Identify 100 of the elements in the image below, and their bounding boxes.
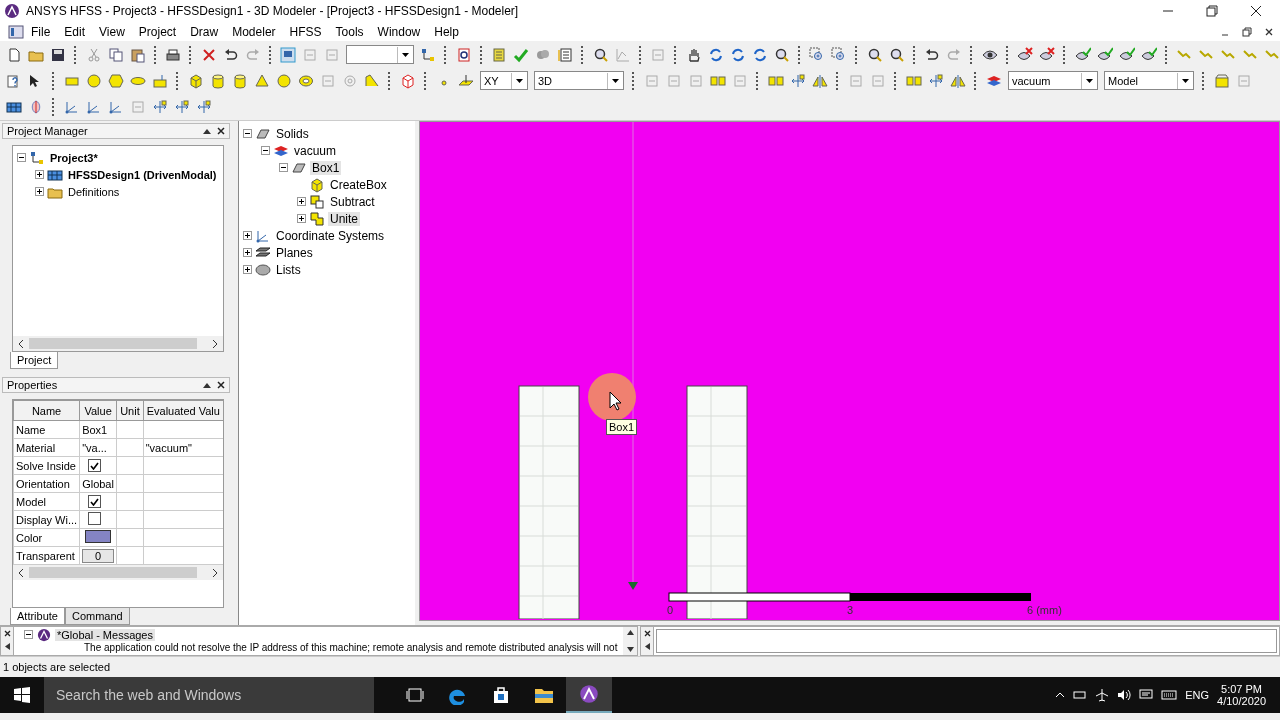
show-icon[interactable] <box>1096 46 1113 63</box>
menu-item[interactable]: Help <box>427 24 466 39</box>
app-icon[interactable] <box>579 684 599 704</box>
save-icon[interactable] <box>50 46 66 63</box>
bondwire-icon[interactable] <box>364 72 380 89</box>
mirror-icon[interactable] <box>950 72 966 89</box>
checkbox[interactable] <box>88 459 102 472</box>
tree-item[interactable]: Planes <box>274 245 315 260</box>
document-icon[interactable] <box>557 46 573 63</box>
scroll-left-icon[interactable] <box>17 338 25 349</box>
value-button[interactable]: 0 <box>82 548 115 563</box>
mirror-icon[interactable] <box>812 72 828 89</box>
show-icon[interactable] <box>1140 46 1157 63</box>
undo-icon[interactable] <box>924 46 940 63</box>
pin-icon[interactable] <box>203 128 211 134</box>
shopping-bag-icon[interactable] <box>492 686 510 704</box>
magnifier-icon[interactable] <box>773 46 790 63</box>
tree-item[interactable]: Box1 <box>310 160 342 175</box>
scroll-left-icon[interactable] <box>17 567 25 578</box>
select-icon[interactable] <box>280 46 296 63</box>
horizontal-scrollbar[interactable] <box>13 336 223 351</box>
copy-icon[interactable] <box>107 46 124 63</box>
close-icon[interactable] <box>3 630 11 637</box>
battery-icon[interactable] <box>1073 690 1088 700</box>
windows-logo-icon[interactable] <box>14 687 30 703</box>
move-icon[interactable] <box>152 98 168 115</box>
hexagon-icon[interactable] <box>108 72 124 89</box>
face-icon[interactable] <box>152 72 168 89</box>
rotate-icon[interactable] <box>729 46 746 63</box>
tree-item[interactable]: Unite <box>328 211 360 226</box>
cone-icon[interactable] <box>254 72 270 89</box>
menu-item[interactable]: View <box>92 24 132 39</box>
dropdown[interactable]: Model <box>1104 71 1194 90</box>
panel-tab[interactable]: Command <box>64 608 130 625</box>
horizontal-scrollbar[interactable] <box>13 565 223 580</box>
sphere-icon[interactable] <box>276 72 292 89</box>
document-icon[interactable] <box>8 24 24 39</box>
pin-icon[interactable] <box>4 643 10 650</box>
dropdown[interactable]: XY <box>480 71 528 90</box>
scroll-right-icon[interactable] <box>211 338 219 349</box>
checkbox[interactable] <box>88 495 102 508</box>
column-header[interactable]: Name <box>13 400 80 421</box>
report-icon[interactable] <box>455 46 472 63</box>
restore-icon[interactable] <box>1206 5 1218 17</box>
zoom-in-icon[interactable] <box>831 46 847 63</box>
vertical-scrollbar[interactable] <box>623 627 637 655</box>
color-swatch[interactable] <box>85 530 112 543</box>
cylinder-icon[interactable] <box>232 72 248 89</box>
move-icon[interactable] <box>790 72 806 89</box>
language-indicator[interactable]: ENG <box>1185 689 1210 701</box>
collapse-icon[interactable] <box>243 129 252 138</box>
hide-icon[interactable] <box>1017 46 1033 63</box>
tree-item[interactable]: Coordinate Systems <box>274 228 387 243</box>
collapse-icon[interactable] <box>17 153 26 162</box>
plane-icon[interactable] <box>458 72 474 89</box>
expand-icon[interactable] <box>35 187 44 196</box>
dropdown[interactable]: 3D <box>534 71 624 90</box>
keyboard-icon[interactable] <box>1161 690 1178 700</box>
menu-item[interactable]: Tools <box>328 24 371 39</box>
panel-tab[interactable]: Attribute <box>10 608 65 625</box>
checkbox[interactable] <box>88 512 102 525</box>
menu-item[interactable]: HFSS <box>282 24 329 39</box>
expand-icon[interactable] <box>297 197 306 206</box>
restore-icon[interactable] <box>1242 26 1252 37</box>
airplane-icon[interactable] <box>1095 688 1110 702</box>
modeler-viewport[interactable]: 0 3 6 (mm) Box1 <box>419 121 1280 621</box>
hierarchy-icon[interactable] <box>420 46 436 63</box>
move-icon[interactable] <box>174 98 190 115</box>
pin-icon[interactable] <box>203 382 211 388</box>
delete-icon[interactable] <box>200 46 217 63</box>
show-icon[interactable] <box>1118 46 1135 63</box>
taskbar-app-button[interactable] <box>566 677 612 713</box>
cube-outline-icon[interactable] <box>400 72 416 89</box>
torus-icon[interactable] <box>298 72 314 89</box>
new-file-icon[interactable] <box>6 46 22 63</box>
move-icon[interactable] <box>196 98 212 115</box>
close-icon[interactable] <box>643 630 651 637</box>
pin-icon[interactable] <box>644 643 650 650</box>
expand-icon[interactable] <box>243 231 252 240</box>
speaker-icon[interactable] <box>1117 689 1132 701</box>
hide-icon[interactable] <box>1039 46 1055 63</box>
circle-icon[interactable] <box>86 72 102 89</box>
column-header[interactable]: Unit <box>116 400 144 421</box>
tree-item[interactable]: CreateBox <box>328 177 389 192</box>
collapse-icon[interactable] <box>24 630 33 639</box>
magnifier-icon[interactable] <box>888 46 905 63</box>
clipboard-icon[interactable] <box>129 46 146 63</box>
checkmark-icon[interactable] <box>513 46 529 63</box>
panel-tab[interactable]: Project <box>10 352 59 369</box>
menu-item[interactable]: Window <box>370 24 428 39</box>
column-header[interactable]: Value <box>79 400 117 421</box>
move-icon[interactable] <box>928 72 944 89</box>
tree-item[interactable]: HFSSDesign1 (DrivenModal) <box>66 168 219 181</box>
expand-icon[interactable] <box>35 170 44 179</box>
close-icon[interactable] <box>217 127 225 135</box>
tree-item[interactable]: Solids <box>274 126 311 141</box>
collapse-icon[interactable] <box>261 146 270 155</box>
close-icon[interactable] <box>217 381 225 389</box>
clock[interactable]: 5:07 PM 4/10/2020 <box>1217 683 1266 707</box>
scroll-right-icon[interactable] <box>211 567 219 578</box>
